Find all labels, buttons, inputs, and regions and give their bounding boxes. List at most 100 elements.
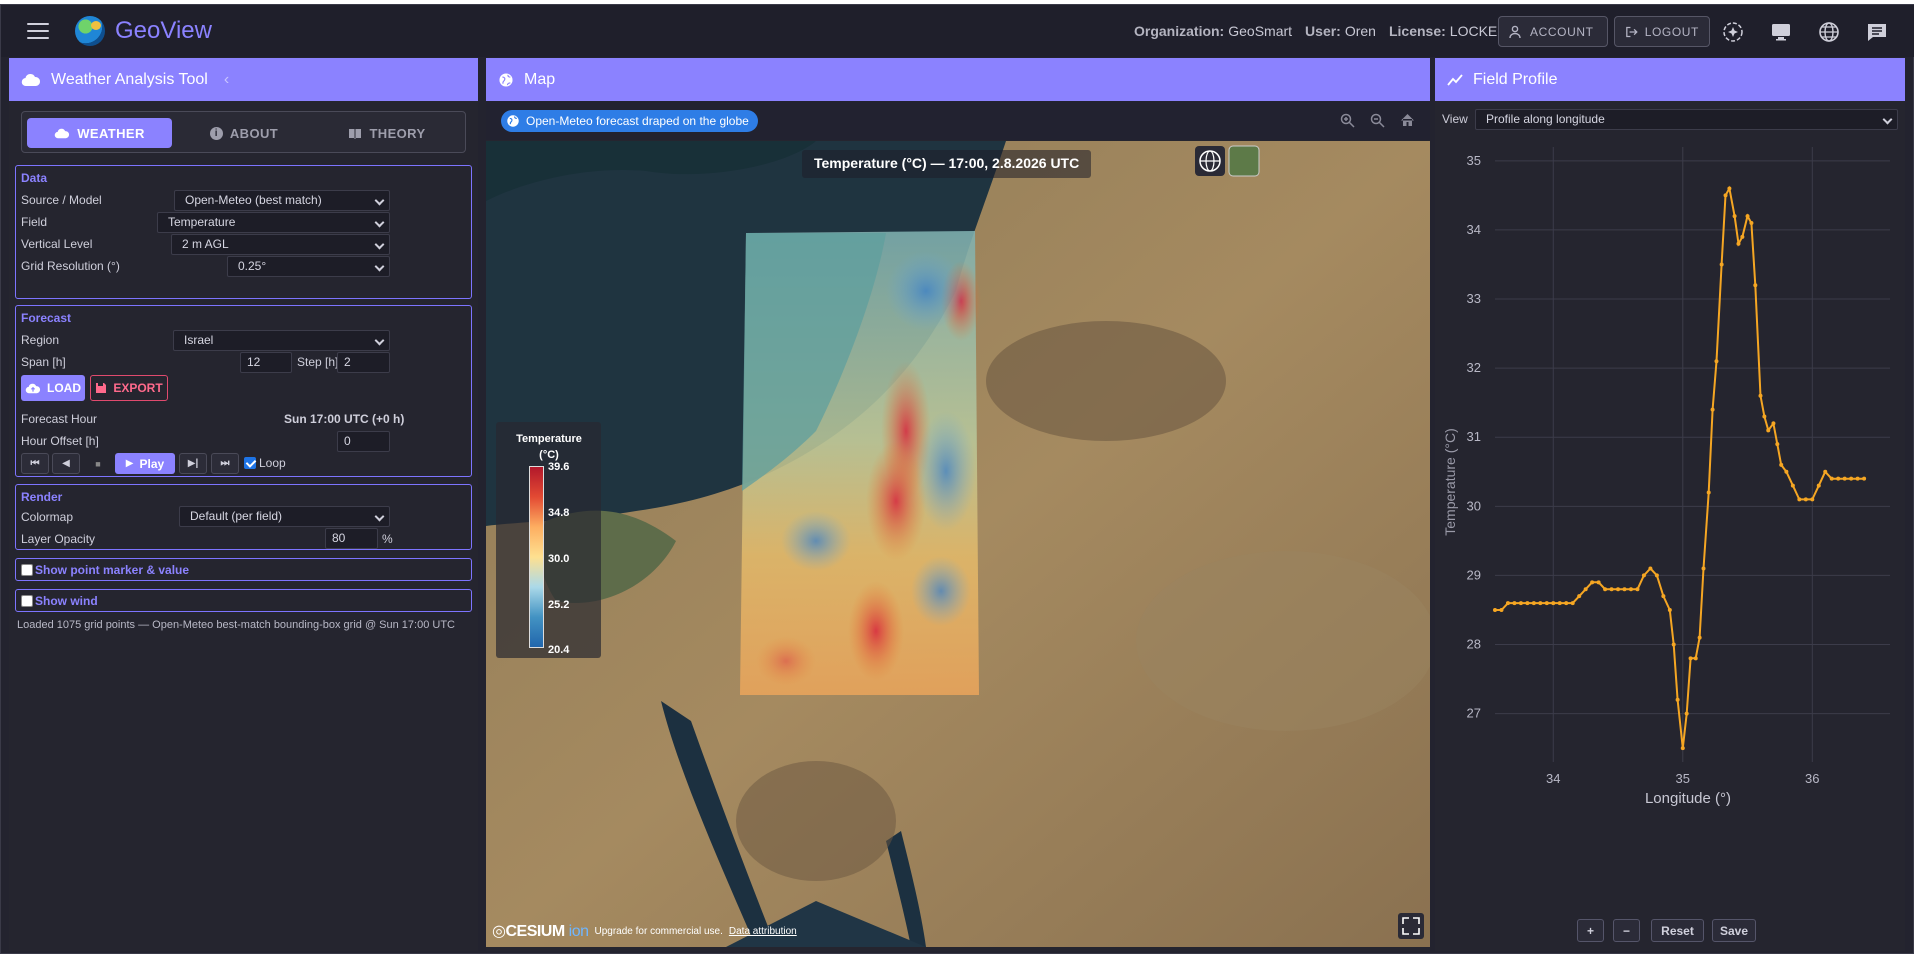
save-button[interactable]: Save bbox=[1712, 919, 1756, 942]
data-point bbox=[1641, 573, 1646, 578]
zoom-out-button[interactable]: − bbox=[1613, 919, 1640, 942]
play-icon: ▶ bbox=[125, 458, 134, 469]
tab-label: ABOUT bbox=[229, 125, 279, 141]
attribution-link[interactable]: Data attribution bbox=[729, 926, 797, 937]
data-point bbox=[1570, 601, 1575, 606]
data-point bbox=[1727, 186, 1732, 191]
tool-tabs: WEATHER i ABOUT THEORY bbox=[21, 111, 466, 153]
region-label: Region bbox=[21, 333, 60, 347]
field-select[interactable]: Temperature bbox=[157, 212, 390, 233]
view-label: View bbox=[1442, 112, 1468, 126]
source-chip: Open-Meteo forecast draped on the globe bbox=[501, 110, 758, 132]
region-select[interactable]: Israel bbox=[173, 330, 390, 351]
x-tick-label: 35 bbox=[1676, 771, 1690, 786]
point-marker-checkbox[interactable] bbox=[21, 564, 33, 576]
section-title: Render bbox=[21, 490, 63, 504]
next-frame-button[interactable]: ▶| bbox=[179, 453, 207, 474]
play-button[interactable]: ▶ Play bbox=[115, 453, 175, 474]
data-point bbox=[1609, 587, 1614, 592]
load-button[interactable]: LOAD bbox=[21, 375, 85, 401]
data-point bbox=[1551, 601, 1556, 606]
tab-weather[interactable]: WEATHER bbox=[27, 118, 172, 148]
colormap-select[interactable]: Default (per field) bbox=[179, 506, 390, 527]
tab-about[interactable]: i ABOUT bbox=[179, 118, 309, 148]
save-icon bbox=[96, 383, 107, 393]
data-point bbox=[1842, 476, 1847, 481]
data-point bbox=[1635, 587, 1640, 592]
monitor-icon[interactable] bbox=[1770, 21, 1792, 43]
y-tick-label: 32 bbox=[1467, 360, 1481, 375]
y-axis-label: Temperature (°C) bbox=[1442, 428, 1458, 536]
level-select[interactable]: 2 m AGL bbox=[171, 234, 390, 255]
last-frame-button[interactable]: ⏭ bbox=[211, 453, 239, 474]
fullscreen-button[interactable] bbox=[1398, 913, 1424, 939]
stop-button[interactable]: ■ bbox=[84, 453, 112, 474]
opacity-label: Layer Opacity bbox=[21, 532, 96, 546]
zoom-in-button[interactable]: + bbox=[1577, 919, 1604, 942]
data-point bbox=[1557, 601, 1562, 606]
first-frame-button[interactable]: ⏮ bbox=[21, 453, 49, 474]
globe-icon[interactable] bbox=[1818, 21, 1840, 43]
account-icon bbox=[1509, 25, 1521, 38]
data-point bbox=[1493, 607, 1497, 612]
data-point bbox=[1622, 587, 1627, 592]
satellite-imagery bbox=[486, 141, 1430, 947]
x-tick-label: 34 bbox=[1546, 771, 1560, 786]
legend-title: Temperature (°C) bbox=[516, 433, 582, 461]
next-icon: ▶| bbox=[187, 458, 199, 469]
org-label: Organization: bbox=[1134, 23, 1225, 39]
basemap-picker-button[interactable] bbox=[1228, 145, 1260, 177]
data-point bbox=[1849, 476, 1854, 481]
span-input[interactable]: 12 bbox=[240, 352, 292, 373]
step-input[interactable]: 2 bbox=[337, 352, 390, 373]
opacity-input[interactable]: 80 bbox=[325, 528, 378, 549]
data-point bbox=[1784, 469, 1789, 474]
grid-label: Grid Resolution (°) bbox=[21, 259, 120, 273]
y-tick-label: 34 bbox=[1467, 222, 1481, 237]
data-point bbox=[1816, 483, 1821, 488]
chat-icon[interactable] bbox=[1866, 21, 1888, 43]
data-point bbox=[1771, 421, 1776, 426]
temperature-legend: Temperature (°C) 39.6 34.8 30.0 25.2 20.… bbox=[496, 422, 601, 658]
loop-checkbox[interactable] bbox=[244, 457, 256, 469]
reset-button[interactable]: Reset bbox=[1651, 919, 1704, 942]
level-label: Vertical Level bbox=[21, 237, 93, 251]
render-section: Render Colormap Default (per field) Laye… bbox=[15, 484, 472, 550]
data-point bbox=[1505, 601, 1510, 606]
sparkle-icon[interactable] bbox=[1722, 21, 1744, 43]
data-point bbox=[1758, 393, 1763, 398]
logout-button[interactable]: LOGOUT bbox=[1614, 16, 1710, 47]
data-point bbox=[1583, 587, 1588, 592]
skip-end-icon: ⏭ bbox=[220, 458, 230, 469]
legend-tick: 20.4 bbox=[548, 644, 570, 656]
prev-frame-button[interactable]: ◀ bbox=[52, 453, 80, 474]
wind-checkbox[interactable] bbox=[21, 595, 33, 607]
globe-map[interactable]: Temperature (°C) — 17:00, 2.8.2026 UTC T… bbox=[486, 141, 1430, 947]
source-select[interactable]: Open-Meteo (best match) bbox=[174, 190, 390, 211]
offset-input[interactable]: 0 bbox=[337, 431, 390, 452]
legend-tick: 39.6 bbox=[548, 461, 570, 473]
grid-select[interactable]: 0.25° bbox=[227, 256, 390, 277]
data-point bbox=[1628, 587, 1633, 592]
user-label: User: bbox=[1305, 23, 1341, 39]
panel-title: Weather Analysis Tool bbox=[51, 70, 208, 88]
account-button[interactable]: ACCOUNT bbox=[1498, 16, 1608, 47]
view-select[interactable]: Profile along longitude bbox=[1475, 109, 1898, 130]
data-point bbox=[1693, 656, 1698, 661]
export-button[interactable]: EXPORT bbox=[90, 375, 168, 401]
collapse-icon[interactable]: ‹ bbox=[224, 71, 229, 89]
home-icon[interactable] bbox=[1400, 113, 1415, 128]
data-point bbox=[1648, 566, 1653, 571]
opacity-unit: % bbox=[382, 532, 393, 546]
zoom-out-icon[interactable] bbox=[1370, 113, 1385, 128]
profile-line bbox=[1495, 185, 1865, 749]
data-point bbox=[1518, 601, 1523, 606]
data-point bbox=[1797, 497, 1802, 502]
tab-theory[interactable]: THEORY bbox=[317, 118, 457, 148]
user-value: Oren bbox=[1344, 23, 1376, 39]
data-point bbox=[1810, 497, 1815, 502]
session-info: Organization: GeoSmart User: Oren License:… bbox=[1134, 5, 1520, 57]
profile-chart[interactable]: 27 28 29 30 31 32 33 34 35 34 35 36 Temperature (°… bbox=[1435, 137, 1905, 907]
menu-icon[interactable] bbox=[27, 23, 49, 39]
zoom-in-icon[interactable] bbox=[1340, 113, 1355, 128]
